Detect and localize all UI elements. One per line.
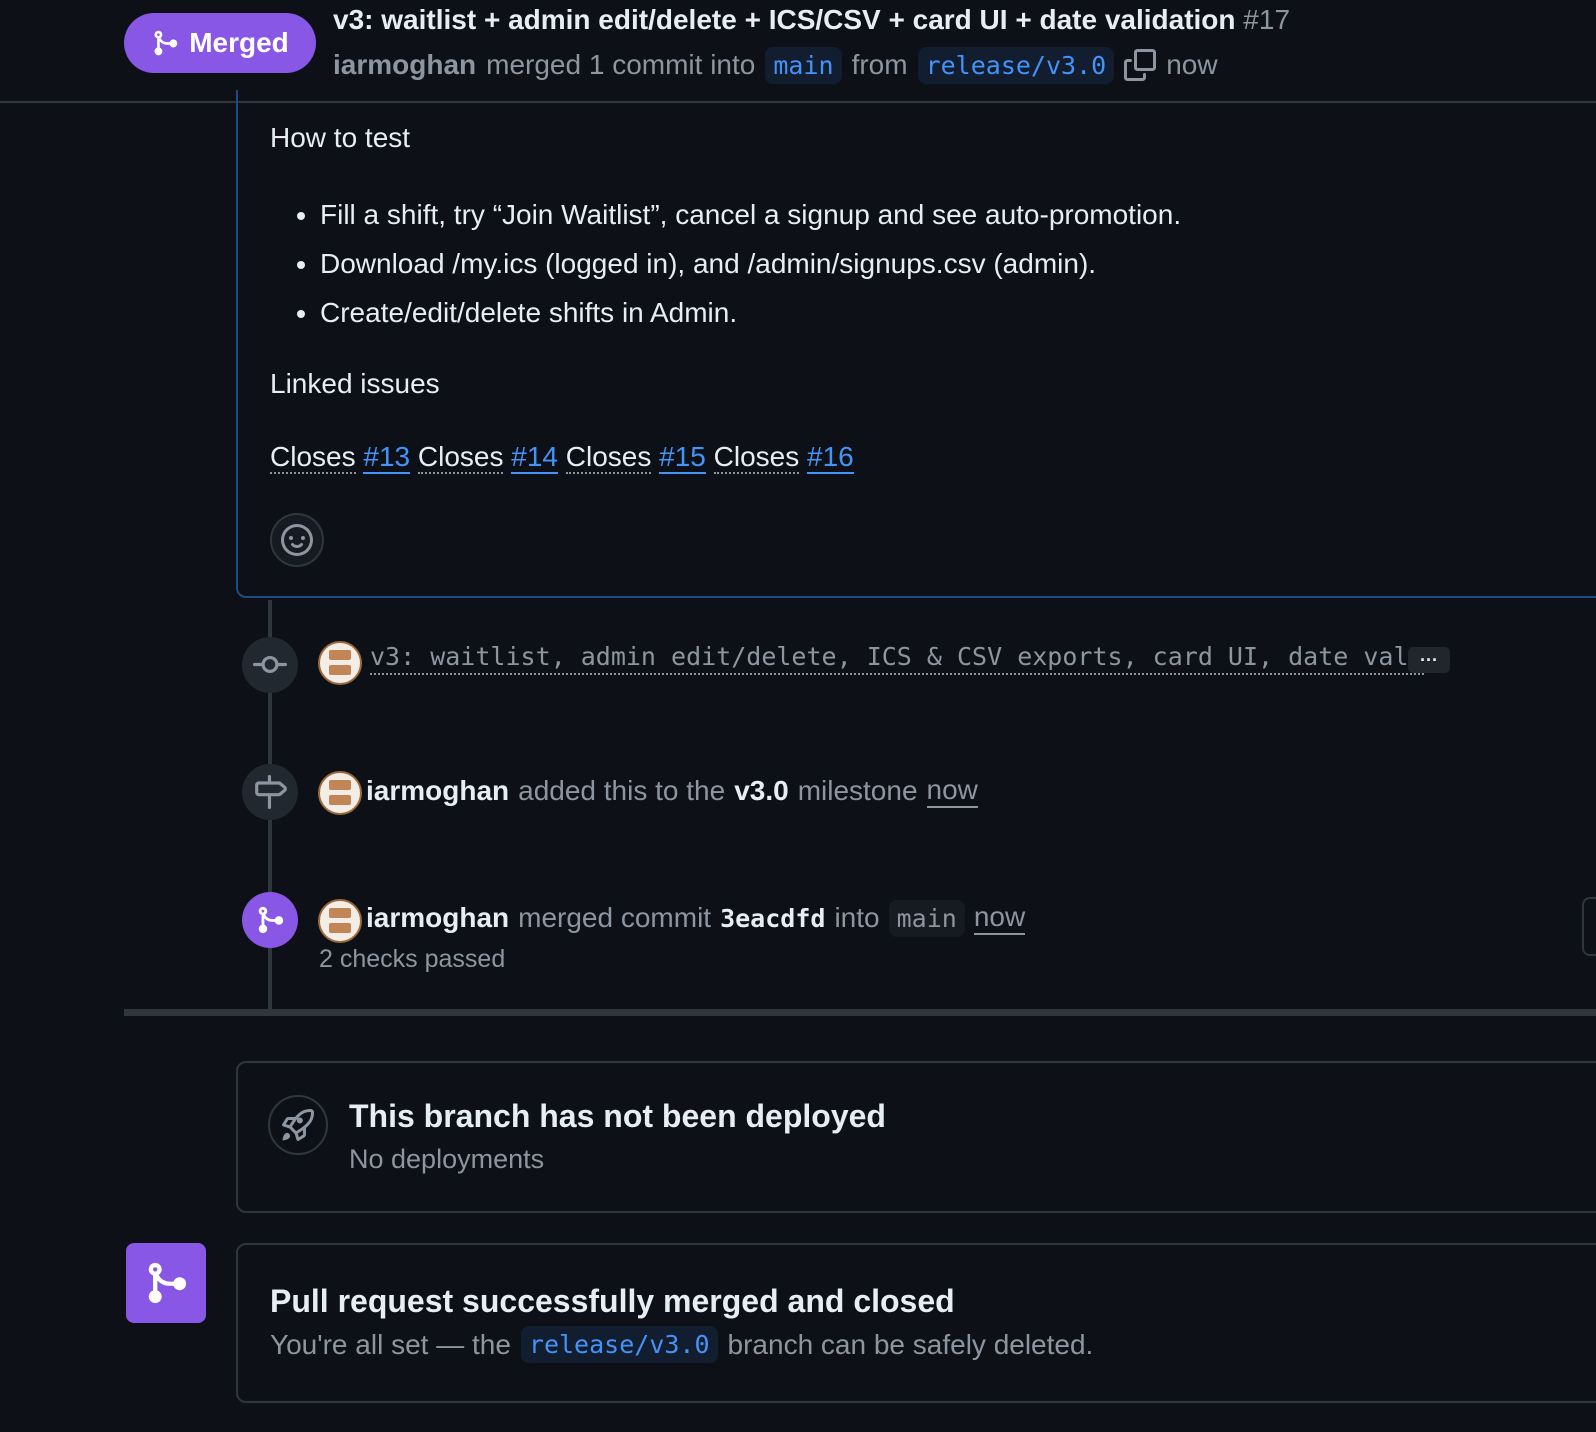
pr-meta: iarmoghan merged 1 commit into main from… (333, 44, 1218, 86)
pr-author-link[interactable]: iarmoghan (333, 49, 476, 81)
deploy-subtitle: No deployments (349, 1144, 545, 1174)
from-text: from (851, 49, 908, 80)
pr-description-box (236, 90, 1596, 598)
merge-badge (242, 892, 298, 948)
commit-line: v3: waitlist, admin edit/delete, ICS & C… (370, 642, 1424, 675)
merged-panel (236, 1243, 1596, 1403)
head-branch-link[interactable]: release/v3.0 (917, 46, 1115, 84)
avatar[interactable] (318, 899, 362, 943)
closes-keyword: Closes (270, 441, 356, 474)
list-item: Create/edit/delete shifts in Admin. (320, 293, 1181, 342)
pr-number: #17 (1243, 4, 1291, 35)
issue-link-14[interactable]: #14 (511, 441, 558, 474)
commit-badge (242, 637, 298, 693)
merged-subtitle: You're all set — the release/v3.0 branch… (270, 1326, 1093, 1363)
git-commit-icon (253, 655, 287, 673)
event-text: merged commit (518, 902, 712, 933)
copy-icon[interactable] (1124, 49, 1157, 81)
git-merge-icon (154, 30, 178, 56)
header-time: now (1166, 49, 1218, 80)
event-text: milestone (797, 775, 918, 806)
milestone-event: iarmoghan added this to the v3.0 milesto… (366, 769, 978, 813)
event-actor-link[interactable]: iarmoghan (366, 775, 509, 807)
list-item: Download /my.ics (logged in), and /admin… (320, 244, 1181, 293)
linked-issues-heading: Linked issues (270, 368, 440, 399)
milestone-badge (242, 764, 298, 820)
closes-line: Closes #13 Closes #14 Closes #15 Closes … (270, 441, 854, 474)
pr-title: v3: waitlist + admin edit/delete + ICS/C… (333, 4, 1290, 36)
event-actor-link[interactable]: iarmoghan (366, 902, 509, 934)
rocket-icon (282, 1109, 314, 1141)
state-label: Merged (189, 27, 289, 58)
deployment-box (236, 1061, 1596, 1213)
how-to-test-heading: How to test (270, 122, 411, 153)
merged-title: Pull request successfully merged and clo… (270, 1283, 955, 1319)
issue-link-13[interactable]: #13 (363, 441, 411, 474)
checks-status-link[interactable]: 2 checks passed (319, 945, 505, 974)
smiley-icon (281, 524, 313, 556)
how-to-test-list: Fill a shift, try “Join Waitlist”, cance… (270, 195, 1181, 342)
deletable-branch-link[interactable]: release/v3.0 (520, 1326, 718, 1363)
merged-text: branch can be safely deleted. (727, 1328, 1094, 1360)
event-text: into (834, 902, 880, 933)
rocket-badge (268, 1095, 328, 1155)
commit-sha-link[interactable]: 3eacdfd (720, 904, 825, 933)
avatar[interactable] (318, 771, 362, 815)
avatar[interactable] (318, 641, 362, 685)
pr-sticky-header: Merged v3: waitlist + admin edit/delete … (0, 0, 1596, 103)
event-time-link[interactable]: now (926, 774, 978, 808)
closes-keyword: Closes (417, 441, 504, 474)
base-branch-link[interactable]: main (765, 46, 842, 84)
merge-event: iarmoghan merged commit 3eacdfd into mai… (366, 896, 1026, 940)
list-item: Fill a shift, try “Join Waitlist”, cance… (320, 195, 1181, 244)
deploy-title: This branch has not been deployed (349, 1098, 886, 1134)
closes-keyword: Closes (565, 441, 652, 474)
issue-link-15[interactable]: #15 (659, 441, 706, 474)
event-time-link[interactable]: now (973, 901, 1026, 935)
milestone-icon (255, 775, 287, 809)
issue-link-16[interactable]: #16 (807, 441, 854, 474)
git-merge-icon (258, 906, 284, 934)
revert-button[interactable] (1582, 897, 1596, 956)
closes-keyword: Closes (713, 441, 800, 474)
pr-title-text: v3: waitlist + admin edit/delete + ICS/C… (333, 4, 1236, 35)
event-text: added this to the (518, 775, 726, 806)
merged-state-badge: Merged (124, 13, 316, 73)
milestone-link[interactable]: v3.0 (734, 775, 789, 807)
timeline-end-divider (124, 1009, 1596, 1016)
add-reaction-button[interactable] (270, 513, 324, 567)
merged-text: merged 1 commit into (486, 49, 756, 80)
commit-expand-button[interactable]: ··· (1408, 647, 1450, 673)
git-merge-icon (148, 1262, 187, 1304)
merged-status-badge (126, 1243, 206, 1323)
merged-text: You're all set — the (270, 1328, 511, 1360)
commit-message-link[interactable]: v3: waitlist, admin edit/delete, ICS & C… (370, 642, 1424, 675)
branch-link[interactable]: main (888, 899, 965, 937)
